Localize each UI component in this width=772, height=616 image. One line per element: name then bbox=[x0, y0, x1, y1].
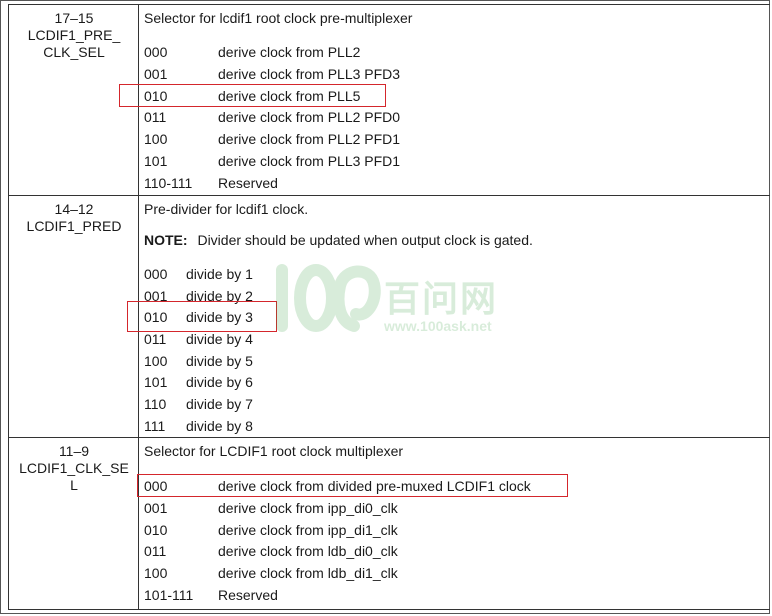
highlight-box-divided-pre-muxed bbox=[137, 474, 568, 497]
field-description: Selector for lcdif1 root clock pre-multi… bbox=[144, 10, 413, 26]
description-cell: Selector for LCDIF1 root clock multiplex… bbox=[138, 438, 770, 609]
option-text: derive clock from ldb_di0_clk bbox=[218, 543, 398, 559]
option-text: derive clock from ipp_di0_clk bbox=[218, 500, 398, 516]
option-code: 100 bbox=[144, 565, 168, 581]
option-code: 101 bbox=[144, 374, 168, 390]
option-text: divide by 4 bbox=[186, 331, 253, 347]
option-text: derive clock from PLL2 PFD1 bbox=[218, 131, 401, 147]
bit-field-cell: 14–12 LCDIF1_PRED bbox=[8, 196, 138, 437]
field-name: L bbox=[70, 477, 78, 493]
option-code: 100 bbox=[144, 131, 168, 147]
note-text: Divider should be updated when output cl… bbox=[197, 232, 533, 248]
option-code: 100 bbox=[144, 353, 168, 369]
option-text: derive clock from PLL2 bbox=[218, 44, 361, 60]
bit-field-cell: 11–9 LCDIF1_CLK_SE L bbox=[8, 438, 138, 609]
option-text: Reserved bbox=[218, 175, 278, 191]
highlight-box-divide-by-3 bbox=[127, 301, 277, 332]
bit-range: 17–15 bbox=[54, 10, 94, 26]
option-text: derive clock from PLL3 PFD3 bbox=[218, 66, 401, 82]
field-description: Pre-divider for lcdif1 clock. bbox=[144, 201, 309, 217]
note: NOTE: Divider should be updated when out… bbox=[144, 232, 533, 249]
field-name: LCDIF1_CLK_SE bbox=[19, 460, 129, 476]
option-code: 011 bbox=[144, 543, 167, 559]
option-code: 011 bbox=[144, 109, 167, 125]
field-name: LCDIF1_PRE_ bbox=[27, 27, 121, 43]
option-code: 001 bbox=[144, 500, 168, 516]
option-text: divide by 1 bbox=[186, 266, 253, 282]
option-code: 110-111 bbox=[144, 175, 193, 191]
option-code: 111 bbox=[144, 418, 166, 434]
bit-range: 14–12 bbox=[54, 201, 94, 217]
option-code: 110 bbox=[144, 396, 167, 412]
option-text: divide by 8 bbox=[186, 418, 253, 434]
register-field-row: 11–9 LCDIF1_CLK_SE L Selector for LCDIF1… bbox=[8, 438, 770, 610]
option-text: derive clock from PLL2 PFD0 bbox=[218, 109, 401, 125]
option-code: 101-111 bbox=[144, 587, 194, 603]
option-text: derive clock from ldb_di1_clk bbox=[218, 565, 398, 581]
option-code: 001 bbox=[144, 66, 168, 82]
option-code: 011 bbox=[144, 331, 167, 347]
option-text: divide by 5 bbox=[186, 353, 253, 369]
field-description: Selector for LCDIF1 root clock multiplex… bbox=[144, 443, 404, 459]
option-text: divide by 6 bbox=[186, 374, 253, 390]
note-label: NOTE: bbox=[144, 232, 188, 248]
field-name: CLK_SEL bbox=[43, 44, 105, 60]
option-text: derive clock from ipp_di1_clk bbox=[218, 522, 398, 538]
field-name: LCDIF1_PRED bbox=[26, 218, 122, 234]
register-field-row: 14–12 LCDIF1_PRED Pre-divider for lcdif1… bbox=[8, 196, 770, 438]
option-code: 000 bbox=[144, 266, 168, 282]
highlight-box-pll5 bbox=[119, 84, 386, 107]
option-code: 000 bbox=[144, 44, 168, 60]
option-text: divide by 7 bbox=[186, 396, 253, 412]
bit-range: 11–9 bbox=[58, 443, 90, 459]
option-text: Reserved bbox=[218, 587, 278, 603]
option-code: 101 bbox=[144, 153, 168, 169]
option-code: 010 bbox=[144, 522, 168, 538]
option-text: derive clock from PLL3 PFD1 bbox=[218, 153, 401, 169]
